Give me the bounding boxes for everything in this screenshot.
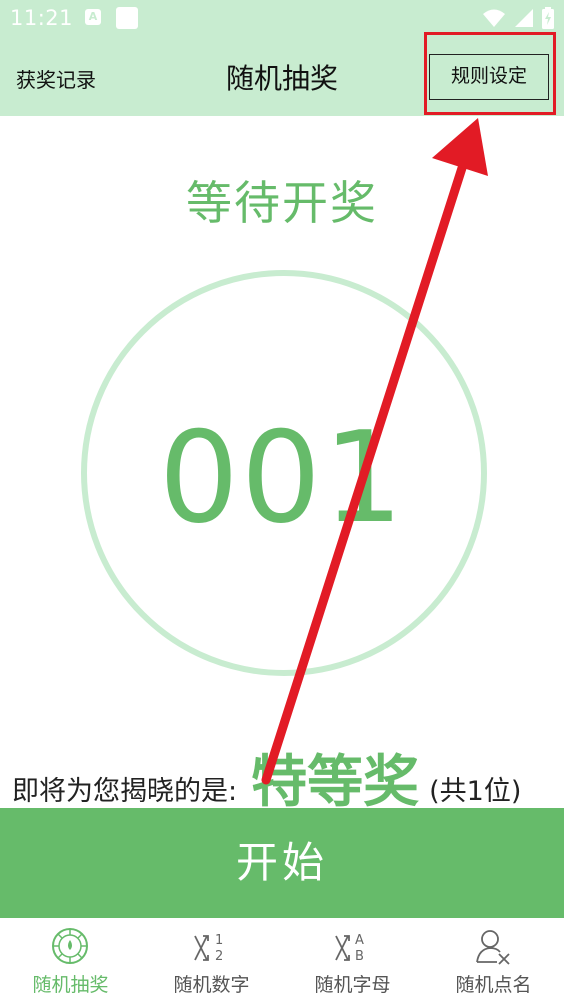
svg-text:B: B: [355, 949, 364, 964]
draw-status-heading: 等待开奖: [186, 176, 378, 230]
wheel-icon: [52, 928, 88, 964]
status-time: 11:21: [10, 6, 74, 30]
notification-a-icon: A: [85, 9, 101, 25]
nav-item-random-rollcall[interactable]: 随机点名: [423, 918, 564, 1004]
status-icons: [482, 7, 554, 29]
random-letter-icon: A B: [335, 933, 364, 964]
nav-label: 随机数字: [173, 974, 250, 996]
start-button[interactable]: 开始: [0, 808, 564, 918]
nav-item-random-letter[interactable]: A B 随机字母: [282, 918, 423, 1004]
nav-label: 随机点名: [455, 974, 532, 996]
nav-item-random-number[interactable]: 1 2 随机数字: [141, 918, 282, 1004]
battery-icon: [542, 7, 554, 29]
bottom-nav: 随机抽奖 1 2 随机数字 A B 随机字母 随机点名: [0, 918, 564, 1004]
nav-label: 随机字母: [314, 974, 391, 996]
random-person-icon: [476, 930, 510, 965]
nav-label: 随机抽奖: [32, 974, 109, 996]
rules-settings-button[interactable]: 规则设定: [429, 54, 549, 100]
svg-text:1: 1: [215, 933, 223, 948]
status-bar: 11:21 A: [0, 0, 564, 38]
wifi-icon: [483, 9, 505, 27]
svg-text:2: 2: [215, 949, 223, 964]
app-bar: 获奖记录 随机抽奖 规则设定: [0, 32, 564, 116]
draw-number: 001: [158, 404, 406, 551]
random-number-icon: 1 2: [194, 933, 223, 964]
notification-square-icon: [116, 7, 138, 29]
svg-text:A: A: [355, 933, 364, 948]
nav-item-random-draw[interactable]: 随机抽奖: [0, 918, 141, 1004]
signal-icon: [515, 9, 533, 27]
